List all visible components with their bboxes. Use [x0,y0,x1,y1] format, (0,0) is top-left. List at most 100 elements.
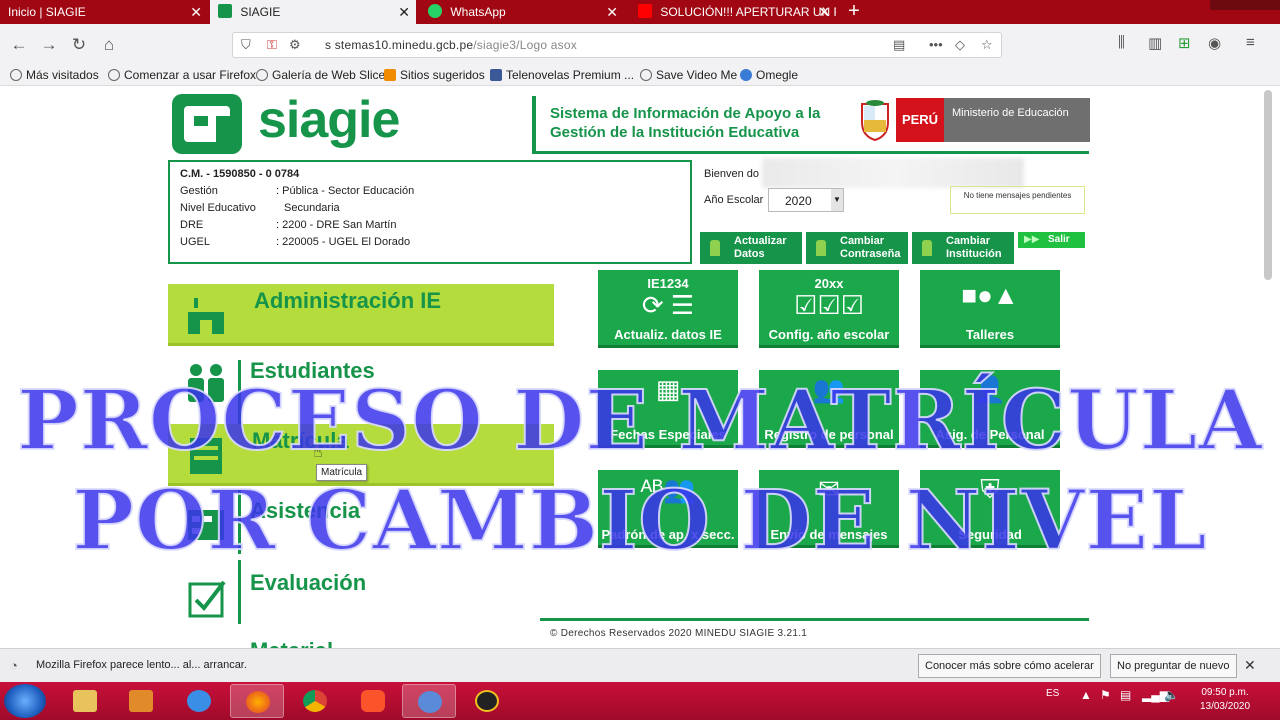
bookmark-label: Galería de Web Slice [272,68,386,82]
button-label: Cambiar Institución [946,235,1002,260]
notification-text: Mozilla Firefox parece lento... al... ar… [36,659,247,671]
pocket-icon[interactable]: ◇ [955,37,965,53]
windows-taskbar: ES ▲ ⚑ ▤ ▂▄▆ 🔈 09:50 p.m. 13/03/2020 [0,682,1280,720]
language-indicator[interactable]: ES [1046,688,1059,699]
salir-button[interactable]: ▶▶ Salir [1018,232,1085,248]
globe-icon [108,69,120,81]
dont-ask-again-button[interactable]: No preguntar de nuevo [1110,654,1237,678]
person-icon [710,240,720,256]
internet-explorer-taskbar-icon[interactable] [172,684,226,718]
checkbox-icon [188,580,226,618]
bookmark-web-slice[interactable]: Galería de Web Slice [256,68,385,82]
brave-taskbar-icon[interactable] [346,684,400,718]
cambiar-institucion-button[interactable]: Cambiar Institución [912,232,1014,264]
close-icon[interactable]: ✕ [818,0,830,24]
tile-actualiz-datos-ie[interactable]: IE1234 ⟳ ☰ Actualiz. datos IE [598,270,738,348]
bookmark-label: Más visitados [26,68,99,82]
bookmark-star-icon[interactable]: ☆ [981,37,993,53]
chrome-taskbar-icon[interactable] [288,684,342,718]
close-icon[interactable]: ✕ [606,0,618,24]
home-icon[interactable]: ⌂ [98,34,120,56]
file-explorer-taskbar-icon[interactable] [58,684,112,718]
actualizar-datos-button[interactable]: Actualizar Datos [700,232,802,264]
chevron-down-icon[interactable]: ▼ [831,189,843,211]
sidebar-icon[interactable]: ▥ [1148,34,1162,52]
bookmark-comenzar[interactable]: Comenzar a usar Firefox [108,68,256,82]
address-bar[interactable]: ⛉ ⚿ ⚙ s stemas10.minedu.gcb.pe/siagie3/L… [232,32,1002,58]
tile-config-anio-escolar[interactable]: 20xx ☑☑☑ Config. año escolar [759,270,899,348]
taskbar-clock[interactable]: 09:50 p.m. 13/03/2020 [1190,686,1260,714]
tile-label: Actualiz. datos IE [614,327,722,342]
shapes-icon: ■●▲ [961,280,1019,310]
menu-material[interactable]: Material [250,638,333,648]
page-actions-icon[interactable]: ••• [929,37,943,52]
facebook-icon [490,69,502,81]
tab-youtube-solucion[interactable]: SOLUCIÓN!!! APERTURAR UN F ✕ [630,0,836,24]
permissions-icon[interactable]: ⚙ [289,37,301,53]
bookmark-label: Omegle [756,68,799,82]
ministerio-badge: Ministerio de Educación [944,98,1090,142]
volume-icon[interactable]: 🔈 [1164,688,1179,702]
header-banner: Sistema de Información de Apoyo a la Ges… [532,96,1090,154]
bookmark-save-video[interactable]: Save Video Me [640,68,737,82]
shield-icon[interactable]: ⛉ [241,37,251,53]
insecure-lock-icon[interactable]: ⚿ [267,37,277,53]
account-icon[interactable]: ◉ [1208,34,1221,52]
new-tab-button[interactable]: + [842,0,866,24]
caption-line-2: POR CAMBIO DE NIVEL [71,473,1208,569]
bookmark-label: Telenovelas Premium ... [506,68,635,82]
cambiar-contrasena-button[interactable]: Cambiar Contraseña [806,232,908,264]
network-icon[interactable]: ▤ [1120,688,1131,702]
person-icon [816,240,826,256]
tile-talleres[interactable]: ■●▲ Talleres [920,270,1060,348]
forward-arrow-icon[interactable]: → [38,34,60,56]
button-label: Salir [1048,234,1070,245]
bookmark-telenovelas[interactable]: Telenovelas Premium ... [490,68,634,82]
extension-icon[interactable]: ⊞ [1178,34,1191,52]
system-title: Sistema de Información de Apoyo a la Ges… [550,105,821,141]
close-icon[interactable]: ✕ [190,0,202,24]
omegle-icon [740,69,752,81]
school-building-icon [188,298,224,334]
menu-evaluacion[interactable]: Evaluación [250,570,366,596]
url-text: s stemas10.minedu.gcb.pe/siagie3/Logo as… [325,38,577,52]
speedometer-icon: ◔ [10,658,18,673]
anio-escolar-select[interactable]: 2020 ▼ [768,188,844,212]
mensajes-notice: No tiene mensajes pendientes [950,186,1085,214]
back-arrow-icon[interactable]: ← [8,34,30,56]
globe-icon [256,69,268,81]
institution-info-box: C.M. - 1590850 - 0 0784 Gestión : Públic… [168,160,692,264]
tab-whatsapp[interactable]: WhatsApp ✕ [420,0,624,24]
anio-escolar-label: Año Escolar [704,194,764,206]
app-taskbar-icon[interactable] [402,684,456,718]
welcome-label: Bienven do [704,168,760,180]
globe-icon [640,69,652,81]
firefox-taskbar-icon[interactable] [230,684,284,718]
menu-hamburger-icon[interactable]: ≡ [1246,34,1255,51]
reload-icon[interactable]: ↻ [68,34,90,56]
learn-more-button[interactable]: Conocer más sobre cómo acelerar [918,654,1101,678]
clock-time: 09:50 p.m. [1201,687,1249,698]
vertical-scrollbar[interactable] [1264,90,1272,280]
close-icon[interactable]: ✕ [398,0,410,24]
tab-siagie[interactable]: SIAGIE ✕ [210,0,416,24]
close-icon[interactable]: ✕ [1244,657,1256,674]
window-controls[interactable] [1210,0,1280,10]
codigo-modular: C.M. - 1590850 - 0 0784 [180,168,300,180]
bookmark-sitios-sugeridos[interactable]: Sitios sugeridos [384,68,485,82]
recorder-taskbar-icon[interactable] [460,684,514,718]
media-player-taskbar-icon[interactable] [114,684,168,718]
bookmark-mas-visitados[interactable]: Más visitados [10,68,99,82]
library-icon[interactable]: ⫼ [1118,34,1125,51]
blurred-username [762,158,1024,188]
tab-inicio-siagie[interactable]: Inicio | SIAGIE ✕ [0,0,208,24]
siagie-favicon-icon [218,4,232,18]
start-button[interactable] [4,684,46,718]
bookmark-omegle[interactable]: Omegle [740,68,798,82]
bookmarks-toolbar: Más visitados Comenzar a usar Firefox Ga… [0,66,1280,86]
tray-flag-icon[interactable]: ⚑ [1100,688,1111,702]
menu-administracion-ie[interactable]: Administración IE [254,288,441,314]
bookmark-label: Sitios sugeridos [400,68,485,82]
reader-view-icon[interactable]: ▤ [893,37,905,53]
tray-arrow-icon[interactable]: ▲ [1080,688,1092,702]
